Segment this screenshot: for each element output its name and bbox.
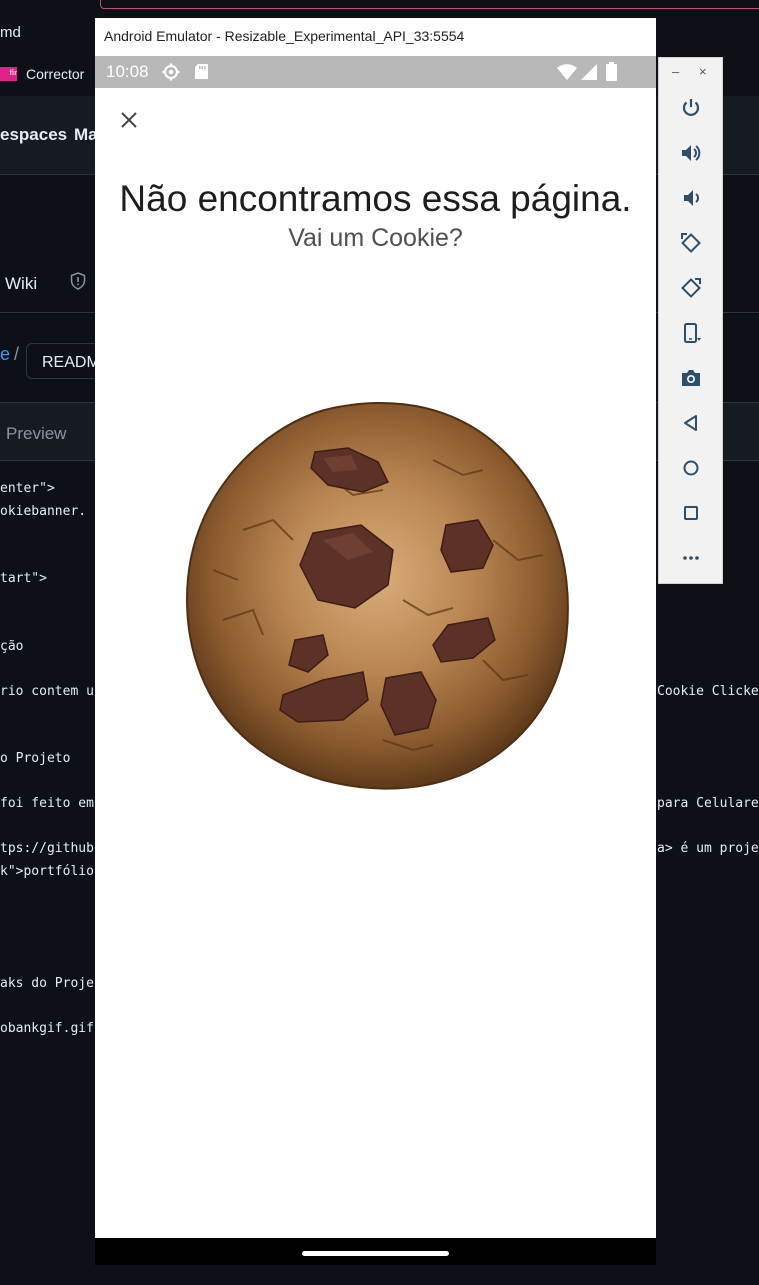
code-line: rio contem u: [0, 684, 94, 699]
browser-tab-title[interactable]: md: [0, 24, 21, 41]
code-line: obankgif.gif: [0, 1021, 94, 1036]
code-line: ção: [0, 639, 24, 654]
tab-wiki[interactable]: Wiki: [5, 274, 37, 294]
close-window-button[interactable]: ×: [699, 64, 707, 79]
emulator-toolbar: – ×: [658, 57, 723, 584]
bookmark-favicon-icon: ffir: [0, 67, 17, 81]
code-line: okiebanner.: [0, 504, 87, 519]
shield-icon[interactable]: [70, 272, 86, 290]
emulator-window: Android Emulator - Resizable_Experimenta…: [95, 18, 656, 1265]
code-line: tps://github: [0, 841, 94, 856]
code-line: Cookie Clicke: [657, 684, 759, 699]
cookie-image[interactable]: [183, 400, 571, 792]
code-line: foi feito em: [0, 796, 94, 811]
power-icon[interactable]: [679, 96, 703, 120]
home-icon[interactable]: [679, 456, 703, 480]
code-line: o Projeto: [0, 751, 71, 766]
android-status-bar: 10:08: [95, 56, 656, 88]
rotate-right-icon[interactable]: [679, 276, 703, 300]
app-screen: Não encontramos essa página. Vai um Cook…: [95, 88, 656, 1238]
breadcrumb-separator: /: [14, 344, 20, 364]
code-line: para Celulare: [657, 796, 759, 811]
home-gesture-handle[interactable]: [302, 1251, 449, 1256]
rotate-left-icon[interactable]: [679, 231, 703, 255]
android-nav-bar: [95, 1238, 656, 1265]
bookmark-item[interactable]: ffir Corrector: [0, 62, 84, 86]
status-clock: 10:08: [106, 62, 149, 81]
battery-icon: [606, 62, 617, 81]
settings-icon: [162, 63, 180, 81]
volume-down-icon[interactable]: [679, 186, 703, 210]
breadcrumb-repo-link[interactable]: e: [0, 344, 10, 364]
sd-card-icon: [195, 64, 208, 79]
code-line: a> é um proje: [657, 841, 759, 856]
browser-highlight-line: [100, 0, 759, 9]
more-icon[interactable]: [679, 546, 703, 570]
code-line: tart">: [0, 571, 47, 586]
wifi-icon: [557, 64, 577, 80]
breadcrumb: e /: [0, 344, 19, 365]
camera-icon[interactable]: [679, 366, 703, 390]
nav-item-codespaces[interactable]: espaces: [0, 125, 67, 145]
emulator-title-bar[interactable]: Android Emulator - Resizable_Experimenta…: [95, 18, 656, 56]
volume-up-icon[interactable]: [679, 141, 703, 165]
fold-device-icon[interactable]: [679, 321, 703, 345]
minimize-button[interactable]: –: [672, 64, 679, 79]
page-title: Não encontramos essa página.: [119, 178, 632, 219]
code-line: k">portfólio: [0, 864, 94, 879]
code-line: enter">: [0, 481, 55, 496]
code-line: aks do Proje: [0, 976, 94, 991]
close-icon[interactable]: [117, 108, 141, 132]
overview-icon[interactable]: [679, 501, 703, 525]
back-icon[interactable]: [679, 411, 703, 435]
tab-preview[interactable]: Preview: [6, 424, 66, 444]
bookmark-label: Corrector: [26, 66, 85, 82]
page-subtitle: Vai um Cookie?: [288, 224, 463, 252]
signal-icon: [581, 64, 597, 80]
